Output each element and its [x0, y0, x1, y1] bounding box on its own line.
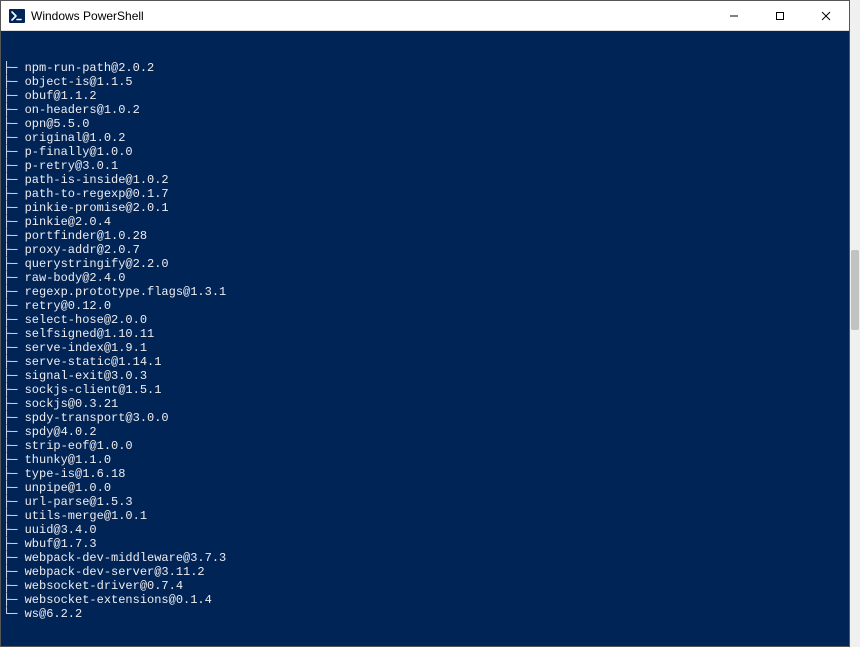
package-line: ├─ url-parse@1.5.3 [3, 495, 849, 509]
package-line: ├─ select-hose@2.0.0 [3, 313, 849, 327]
package-line: ├─ signal-exit@3.0.3 [3, 369, 849, 383]
package-line: ├─ strip-eof@1.0.0 [3, 439, 849, 453]
package-line: └─ ws@6.2.2 [3, 607, 849, 621]
package-line: ├─ original@1.0.2 [3, 131, 849, 145]
package-line: ├─ object-is@1.1.5 [3, 75, 849, 89]
close-button[interactable] [803, 1, 849, 31]
package-line: ├─ raw-body@2.4.0 [3, 271, 849, 285]
package-line: ├─ type-is@1.6.18 [3, 467, 849, 481]
package-line: ├─ npm-run-path@2.0.2 [3, 61, 849, 75]
package-line: ├─ querystringify@2.2.0 [3, 257, 849, 271]
package-line: ├─ obuf@1.1.2 [3, 89, 849, 103]
package-line: ├─ on-headers@1.0.2 [3, 103, 849, 117]
package-line: ├─ p-finally@1.0.0 [3, 145, 849, 159]
package-line: ├─ thunky@1.1.0 [3, 453, 849, 467]
package-line: ├─ serve-static@1.14.1 [3, 355, 849, 369]
minimize-button[interactable] [711, 1, 757, 31]
window-title: Windows PowerShell [31, 9, 144, 23]
package-line: ├─ websocket-extensions@0.1.4 [3, 593, 849, 607]
package-line: ├─ uuid@3.4.0 [3, 523, 849, 537]
package-list: ├─ npm-run-path@2.0.2├─ object-is@1.1.5├… [3, 61, 849, 621]
package-line: ├─ retry@0.12.0 [3, 299, 849, 313]
package-line: ├─ websocket-driver@0.7.4 [3, 579, 849, 593]
powershell-window: Windows PowerShell ├─ npm-run-path@2.0.2… [0, 0, 850, 647]
package-line: ├─ sockjs@0.3.21 [3, 397, 849, 411]
package-line: ├─ regexp.prototype.flags@1.3.1 [3, 285, 849, 299]
package-line: ├─ selfsigned@1.10.11 [3, 327, 849, 341]
package-line: ├─ path-to-regexp@0.1.7 [3, 187, 849, 201]
maximize-button[interactable] [757, 1, 803, 31]
package-line: ├─ webpack-dev-server@3.11.2 [3, 565, 849, 579]
scrollbar-thumb[interactable] [851, 250, 859, 330]
package-line: ├─ p-retry@3.0.1 [3, 159, 849, 173]
package-line: ├─ serve-index@1.9.1 [3, 341, 849, 355]
powershell-icon [9, 8, 25, 24]
package-line: ├─ utils-merge@1.0.1 [3, 509, 849, 523]
package-line: ├─ spdy@4.0.2 [3, 425, 849, 439]
package-line: ├─ spdy-transport@3.0.0 [3, 411, 849, 425]
package-line: ├─ path-is-inside@1.0.2 [3, 173, 849, 187]
package-line: ├─ sockjs-client@1.5.1 [3, 383, 849, 397]
titlebar[interactable]: Windows PowerShell [1, 1, 849, 31]
package-line: ├─ pinkie@2.0.4 [3, 215, 849, 229]
package-line: ├─ opn@5.5.0 [3, 117, 849, 131]
package-line: ├─ proxy-addr@2.0.7 [3, 243, 849, 257]
package-line: ├─ portfinder@1.0.28 [3, 229, 849, 243]
package-line: ├─ unpipe@1.0.0 [3, 481, 849, 495]
package-line: ├─ pinkie-promise@2.0.1 [3, 201, 849, 215]
terminal-output[interactable]: ├─ npm-run-path@2.0.2├─ object-is@1.1.5├… [1, 31, 849, 646]
package-line: ├─ webpack-dev-middleware@3.7.3 [3, 551, 849, 565]
outer-scrollbar[interactable] [850, 0, 860, 647]
package-line: ├─ wbuf@1.7.3 [3, 537, 849, 551]
